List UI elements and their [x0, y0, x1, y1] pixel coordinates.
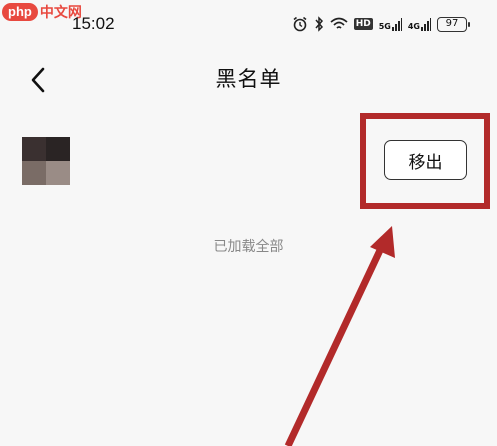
annotation-arrow [284, 226, 395, 446]
